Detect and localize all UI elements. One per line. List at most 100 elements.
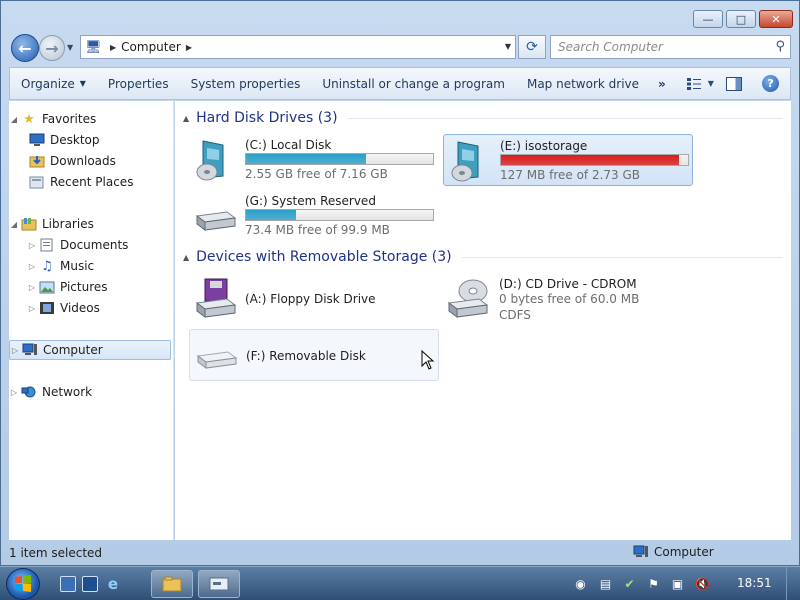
sidebar-item-recent-places[interactable]: Recent Places <box>27 172 133 192</box>
show-desktop-quick-icon[interactable] <box>60 576 76 592</box>
address-bar[interactable]: 🖥 ▶ Computer ▶ ▼ <box>80 35 516 59</box>
change-view-button[interactable]: ▼ <box>686 77 714 91</box>
drive-d-cd-rom[interactable]: (D:) CD Drive - CDROM 0 bytes free of 60… <box>443 273 693 325</box>
sidebar-item-pictures[interactable]: ▷ Pictures <box>27 277 108 297</box>
drive-name: (C:) Local Disk <box>245 138 332 152</box>
close-button[interactable]: ✕ <box>759 10 793 28</box>
selection-status: 1 item selected <box>9 546 103 560</box>
drive-f-removable-disk[interactable]: (F:) Removable Disk <box>189 329 439 381</box>
taskbar-explorer-button[interactable] <box>151 570 193 598</box>
search-icon[interactable]: ⚲ <box>775 39 785 54</box>
drive-g-system-reserved[interactable]: (G:) System Reserved 73.4 MB free of 99.… <box>189 190 439 242</box>
back-button[interactable]: ← <box>11 34 39 62</box>
properties-button[interactable]: Properties <box>97 68 180 99</box>
drive-c-local-disk[interactable]: (C:) Local Disk 2.55 GB free of 7.16 GB <box>189 134 439 186</box>
more-commands-button[interactable]: » <box>650 68 674 99</box>
group-header-removable-storage[interactable]: ▲ Devices with Removable Storage (3) <box>183 247 783 267</box>
uninstall-program-button[interactable]: Uninstall or change a program <box>311 68 516 99</box>
sidebar-item-videos[interactable]: ▷ Videos <box>27 298 100 318</box>
search-input[interactable]: Search Computer ⚲ <box>550 35 791 59</box>
sidebar-item-music[interactable]: ▷ ♫ Music <box>27 256 94 276</box>
sidebar-item-computer[interactable]: ▷ Computer <box>9 340 171 360</box>
capacity-bar <box>245 153 434 165</box>
help-icon: ? <box>767 77 774 90</box>
content-pane: ▲ Hard Disk Drives (3) (C:) Local Disk 2… <box>175 101 791 540</box>
network-tray-icon[interactable]: ◉ <box>573 576 588 591</box>
sidebar-item-label: Videos <box>60 301 100 315</box>
address-dropdown-icon[interactable]: ▼ <box>505 42 511 51</box>
computer-icon <box>633 545 648 557</box>
volume-muted-icon[interactable]: 🔇 <box>695 576 710 591</box>
recent-pages-chevron-icon[interactable]: ▼ <box>67 43 73 52</box>
status-bar: 1 item selected Computer <box>9 541 791 565</box>
capacity-fill <box>246 154 366 164</box>
star-icon: ★ <box>23 111 35 127</box>
floppy-drive-icon <box>195 278 237 318</box>
taskbar-clock[interactable]: 18:51 <box>737 576 772 590</box>
collapse-icon[interactable]: ◢ <box>9 220 19 229</box>
sidebar-item-desktop[interactable]: Desktop <box>27 130 100 150</box>
chevron-right-icon[interactable]: ▶ <box>110 43 116 52</box>
switch-windows-icon[interactable] <box>82 576 98 592</box>
system-properties-button[interactable]: System properties <box>180 68 312 99</box>
expand-icon[interactable]: ▷ <box>9 388 19 397</box>
expand-icon[interactable]: ▷ <box>27 262 37 271</box>
explorer-folder-icon <box>162 576 182 592</box>
help-button[interactable]: ? <box>761 75 779 92</box>
film-strip-icon <box>39 300 55 316</box>
action-center-flag-icon[interactable]: ⚑ <box>646 576 661 591</box>
minimize-button[interactable]: — <box>693 10 723 28</box>
map-network-drive-button[interactable]: Map network drive <box>516 68 650 99</box>
windows-drive-icon <box>451 141 479 182</box>
status-location-label: Computer <box>654 545 714 559</box>
desktop-icon <box>29 132 45 148</box>
breadcrumb-computer[interactable]: Computer <box>121 40 181 54</box>
chevron-down-icon: ▼ <box>79 79 86 88</box>
security-shield-icon[interactable]: ✔ <box>622 576 637 591</box>
document-tray-icon[interactable]: ▤ <box>598 576 613 591</box>
expand-icon[interactable]: ▷ <box>27 283 37 292</box>
recent-places-icon <box>29 174 45 190</box>
capacity-fill <box>501 155 679 165</box>
sidebar-item-label: Computer <box>43 343 103 357</box>
group-header-hard-disks[interactable]: ▲ Hard Disk Drives (3) <box>183 108 783 128</box>
cd-drive-icon <box>447 279 489 318</box>
forward-button[interactable]: → <box>39 35 65 61</box>
collapse-icon[interactable]: ▲ <box>183 114 189 123</box>
start-button[interactable] <box>6 568 40 600</box>
chevron-right-icon[interactable]: ▶ <box>186 43 192 52</box>
collapse-icon[interactable]: ◢ <box>9 115 19 124</box>
pictures-icon <box>39 279 55 295</box>
maximize-button[interactable]: □ <box>726 10 756 28</box>
network-icon <box>21 384 37 400</box>
expand-icon[interactable]: ▷ <box>27 241 37 250</box>
sidebar-item-favorites[interactable]: ◢ ★ Favorites <box>9 109 96 129</box>
sidebar-item-documents[interactable]: ▷ Documents <box>27 235 129 255</box>
taskbar-window-button[interactable] <box>198 570 240 598</box>
sidebar-item-label: Music <box>60 259 95 273</box>
internet-explorer-icon[interactable]: e <box>105 576 121 592</box>
group-title: Hard Disk Drives (3) <box>196 110 338 126</box>
title-bar[interactable]: — □ ✕ <box>1 1 799 31</box>
show-desktop-button[interactable] <box>786 567 800 600</box>
drive-free-space: 73.4 MB free of 99.9 MB <box>245 223 390 237</box>
network-connection-icon[interactable]: ▣ <box>670 576 685 591</box>
expand-icon[interactable]: ▷ <box>27 304 37 313</box>
preview-pane-button[interactable] <box>725 76 742 91</box>
sidebar-item-libraries[interactable]: ◢ Libraries <box>9 214 94 234</box>
organize-menu[interactable]: Organize ▼ <box>10 68 97 99</box>
navigation-bar: ← → ▼ 🖥 ▶ Computer ▶ ▼ ⟳ Search Computer… <box>1 31 799 65</box>
hard-drive-icon <box>195 211 237 231</box>
sidebar-item-network[interactable]: ▷ Network <box>9 382 92 402</box>
mouse-cursor-icon <box>421 350 435 370</box>
sidebar-item-downloads[interactable]: Downloads <box>27 151 116 171</box>
command-bar: Organize ▼ Properties System properties U… <box>9 67 791 100</box>
drive-name: (F:) Removable Disk <box>246 349 366 363</box>
refresh-button[interactable]: ⟳ <box>518 35 546 59</box>
drive-name: (A:) Floppy Disk Drive <box>245 292 376 306</box>
drive-a-floppy[interactable]: (A:) Floppy Disk Drive <box>189 273 439 325</box>
collapse-icon[interactable]: ▲ <box>183 253 189 262</box>
drive-name: (E:) isostorage <box>500 139 588 153</box>
expand-icon[interactable]: ▷ <box>10 346 20 355</box>
drive-e-isostorage[interactable]: (E:) isostorage 127 MB free of 2.73 GB <box>443 134 693 186</box>
